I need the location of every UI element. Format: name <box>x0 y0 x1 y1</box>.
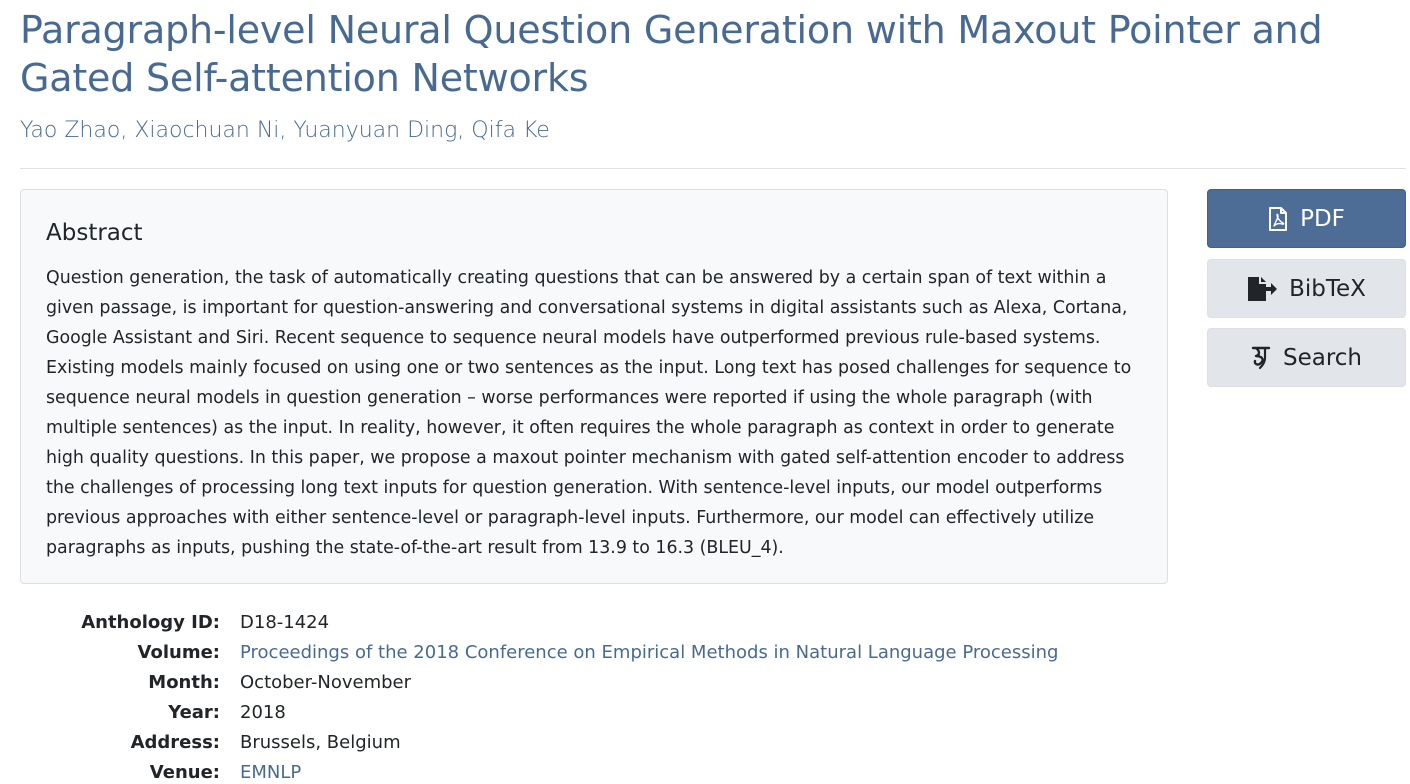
abstract-text: Question generation, the task of automat… <box>46 268 1132 558</box>
author-link[interactable]: Yuanyuan Ding <box>293 118 457 143</box>
metadata-key: Anthology ID: <box>81 612 220 633</box>
google-scholar-icon <box>1251 346 1271 370</box>
author-separator: , <box>457 118 472 143</box>
author-link[interactable]: Yao Zhao <box>20 118 120 143</box>
abstract-card: Abstract Question generation, the task o… <box>20 189 1168 584</box>
metadata-value: 2018 <box>240 702 286 723</box>
paper-page: Paragraph-level Neural Question Generati… <box>0 0 1410 784</box>
search-button[interactable]: Search <box>1207 328 1406 387</box>
search-button-label: Search <box>1282 344 1363 371</box>
author-separator: , <box>120 118 135 143</box>
metadata-key: Address: <box>130 732 220 753</box>
metadata-key: Month: <box>148 672 220 693</box>
metadata-value: October-November <box>240 672 412 693</box>
metadata-key: Volume: <box>137 642 220 663</box>
abstract-heading: Abstract <box>46 220 143 246</box>
metadata-value: D18-1424 <box>240 612 330 633</box>
paper-title: Paragraph-level Neural Question Generati… <box>20 8 1323 100</box>
file-export-icon <box>1247 276 1278 302</box>
metadata-row-venue: Venue: EMNLP <box>20 758 1170 784</box>
metadata-list: Anthology ID: D18-1424 Volume: Proceedin… <box>20 608 1170 784</box>
venue-link[interactable]: EMNLP <box>240 762 301 783</box>
metadata-row-volume: Volume: Proceedings of the 2018 Conferen… <box>20 638 1170 668</box>
header-divider <box>20 168 1406 169</box>
author-separator: , <box>279 118 294 143</box>
author-list: Yao Zhao, Xiaochuan Ni, Yuanyuan Ding, Q… <box>20 116 550 146</box>
author-link[interactable]: Qifa Ke <box>471 118 550 143</box>
metadata-row-address: Address: Brussels, Belgium <box>20 728 1170 758</box>
author-link[interactable]: Xiaochuan Ni <box>134 118 279 143</box>
volume-link[interactable]: Proceedings of the 2018 Conference on Em… <box>240 642 1058 663</box>
pdf-button[interactable]: PDF <box>1207 189 1406 248</box>
metadata-row-year: Year: 2018 <box>20 698 1170 728</box>
metadata-row-anthology-id: Anthology ID: D18-1424 <box>20 608 1170 638</box>
metadata-key: Venue: <box>149 762 220 783</box>
file-pdf-icon <box>1268 206 1288 231</box>
bibtex-button-label: BibTeX <box>1289 275 1366 302</box>
metadata-key: Year: <box>168 702 220 723</box>
bibtex-button[interactable]: BibTeX <box>1207 259 1406 318</box>
pdf-button-label: PDF <box>1300 205 1345 232</box>
metadata-row-month: Month: October-November <box>20 668 1170 698</box>
metadata-value: Brussels, Belgium <box>240 732 401 753</box>
